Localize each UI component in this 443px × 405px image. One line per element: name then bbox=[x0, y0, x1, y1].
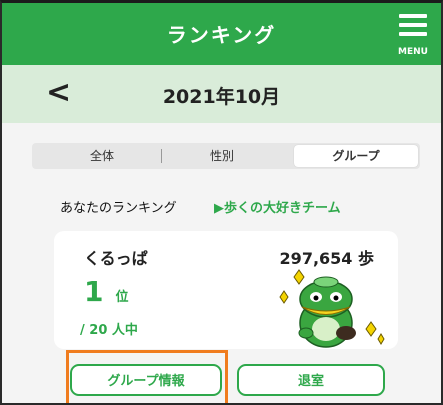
month-label: 2021年10月 bbox=[162, 86, 281, 108]
step-count: 297,654 歩 bbox=[279, 249, 374, 268]
tab-divider bbox=[161, 149, 162, 163]
page-title: ランキング bbox=[166, 23, 277, 47]
rank-unit: 位 bbox=[115, 290, 129, 305]
menu-button[interactable]: MENU bbox=[393, 10, 433, 58]
team-name-link[interactable]: ▶歩くの大好きチーム bbox=[214, 197, 341, 216]
ranking-card: くるっぱ 297,654 歩 1位 / 20 人中 bbox=[54, 231, 398, 349]
leave-button[interactable]: 退室 bbox=[237, 364, 385, 396]
rank: 1位 bbox=[84, 275, 129, 308]
user-name: くるっぱ bbox=[84, 249, 148, 268]
date-bar: < 2021年10月 bbox=[2, 65, 441, 123]
app-frame: ランキング MENU < 2021年10月 全体 性別 グループ あなたのランキ… bbox=[0, 0, 443, 405]
your-ranking-label: あなたのランキング bbox=[60, 201, 177, 216]
mascot-image bbox=[279, 269, 385, 348]
hamburger-icon bbox=[399, 14, 427, 18]
total-members: / 20 人中 bbox=[80, 323, 138, 338]
menu-label: MENU bbox=[398, 47, 428, 57]
tab-bar: 全体 性別 グループ bbox=[32, 143, 420, 169]
focus-highlight bbox=[66, 350, 228, 403]
tab-overall[interactable]: 全体 bbox=[72, 145, 132, 167]
header: ランキング MENU bbox=[2, 3, 441, 65]
tab-gender[interactable]: 性別 bbox=[192, 145, 252, 167]
rank-number: 1 bbox=[84, 275, 104, 308]
tab-group[interactable]: グループ bbox=[294, 145, 418, 167]
